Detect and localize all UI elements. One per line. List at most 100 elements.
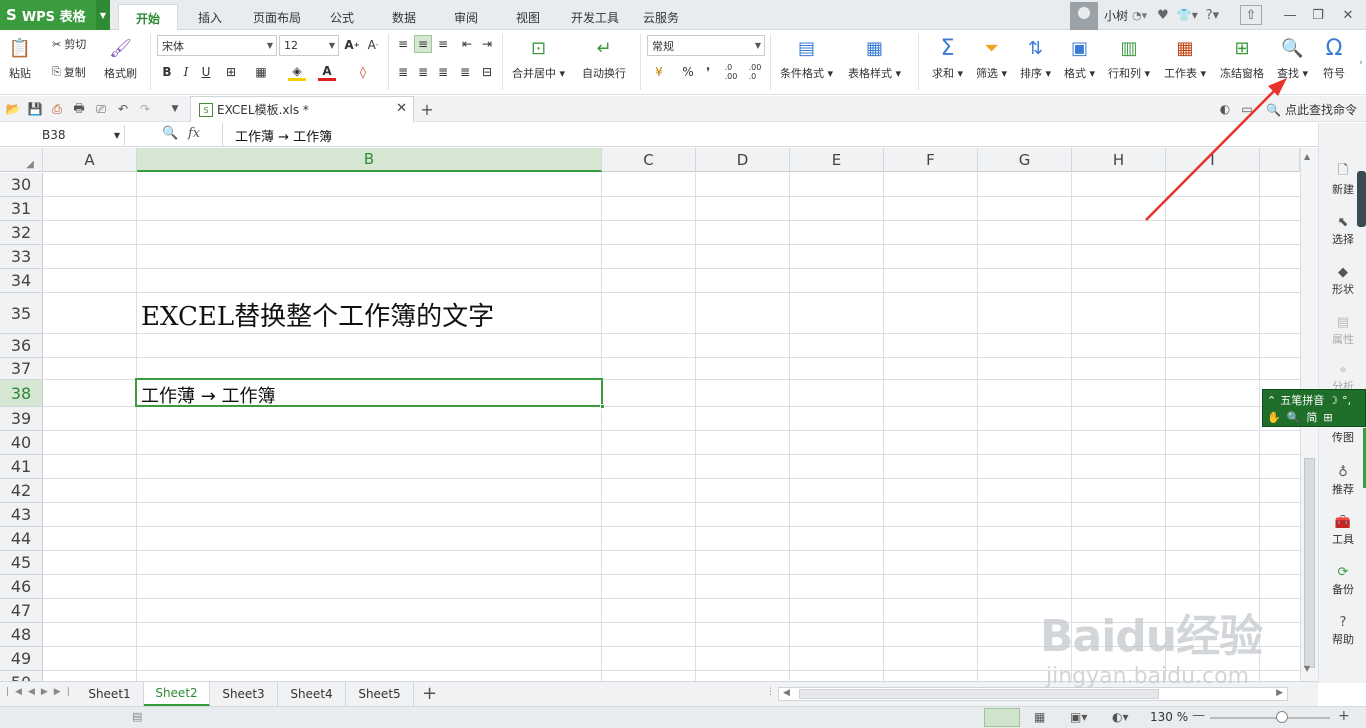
align-top-icon[interactable]: ≡: [394, 35, 412, 53]
filter-button[interactable]: ⏷ 筛选 ▾: [976, 32, 1007, 81]
save-icon[interactable]: 💾: [26, 100, 44, 118]
column-header-e[interactable]: E: [790, 148, 884, 172]
ime-toolbar[interactable]: ⌃ 五笔拼音 ☽ °, ✋ 🔍 简 ⊞: [1262, 389, 1366, 427]
sheet-tab-4[interactable]: Sheet4: [278, 682, 346, 706]
user-area[interactable]: 小树 ◔▾ ♥ 👕▾ ?▾: [1070, 0, 1219, 30]
row-header-39[interactable]: 39: [0, 407, 43, 431]
distribute-icon[interactable]: ⊟: [478, 63, 496, 81]
find-command-search[interactable]: 🔍 点此查找命令: [1266, 101, 1357, 118]
normal-view-button[interactable]: [984, 708, 1020, 727]
row-header-42[interactable]: 42: [0, 479, 43, 503]
user-name[interactable]: 小树: [1104, 7, 1128, 24]
worksheet-button[interactable]: ▦ 工作表 ▾: [1164, 32, 1206, 81]
restore-button[interactable]: ❐: [1304, 0, 1332, 30]
indent-decrease-icon[interactable]: ⇤: [458, 35, 476, 53]
bold-button[interactable]: B: [158, 63, 176, 81]
record-macro-icon[interactable]: ▤: [132, 710, 142, 723]
fill-pattern-icon[interactable]: ▦: [252, 63, 270, 81]
scroll-left-icon[interactable]: ◀: [783, 688, 790, 698]
tab-view[interactable]: 视图: [506, 4, 550, 30]
document-tab[interactable]: S EXCEL模板.xls * ✕: [190, 96, 414, 122]
tab-formulas[interactable]: 公式: [320, 4, 364, 30]
clear-format-icon[interactable]: ◊: [354, 63, 372, 81]
freeze-panes-button[interactable]: ⊞ 冻结窗格: [1220, 32, 1264, 81]
customize-dropdown-icon[interactable]: ▼: [166, 100, 184, 118]
font-name-select[interactable]: 宋体 ▼: [157, 35, 277, 56]
copy-button[interactable]: ⎘ 复制: [52, 64, 86, 80]
column-header-j[interactable]: [1260, 148, 1300, 172]
minimize-button[interactable]: —: [1276, 0, 1304, 30]
side-upload-image-button[interactable]: 传图: [1319, 429, 1366, 445]
row-header-34[interactable]: 34: [0, 269, 43, 293]
format-painter-button[interactable]: 🖌 格式刷: [104, 32, 137, 81]
tab-data[interactable]: 数据: [382, 4, 426, 30]
sheet-nav-arrows[interactable]: |◀◀▶▶|: [6, 687, 76, 697]
column-header-a[interactable]: A: [43, 148, 137, 172]
sheet-tab-3[interactable]: Sheet3: [210, 682, 278, 706]
column-header-c[interactable]: C: [602, 148, 696, 172]
paste-button[interactable]: 📋 粘贴: [8, 32, 32, 81]
indent-increase-icon[interactable]: ⇥: [478, 35, 496, 53]
cut-button[interactable]: ✂ 剪切: [52, 36, 86, 52]
decrease-decimal-icon[interactable]: .00.0: [746, 63, 764, 81]
sheet-tab-1[interactable]: Sheet1: [76, 682, 144, 706]
redo-icon[interactable]: ↷: [136, 100, 154, 118]
undo-icon[interactable]: ↶: [114, 100, 132, 118]
underline-button[interactable]: U: [197, 63, 215, 81]
table-style-button[interactable]: ▦ 表格样式 ▾: [848, 32, 901, 81]
app-menu-button[interactable]: S WPS 表格 ▼: [0, 0, 110, 30]
tab-insert[interactable]: 插入: [186, 4, 234, 30]
row-header-40[interactable]: 40: [0, 431, 43, 455]
row-header-33[interactable]: 33: [0, 245, 43, 269]
zoom-formula-icon[interactable]: 🔍: [162, 126, 178, 141]
tab-review[interactable]: 审阅: [444, 4, 488, 30]
fill-color-icon[interactable]: ◈: [288, 63, 306, 81]
split-handle[interactable]: ⋮: [766, 687, 775, 697]
align-center-icon[interactable]: ≣: [414, 63, 432, 81]
side-property-button[interactable]: ▤ 属性: [1319, 313, 1366, 347]
fill-handle[interactable]: [600, 404, 605, 409]
panel-toggle-handle[interactable]: [1357, 171, 1366, 227]
side-analyze-button[interactable]: ⌖ 分析: [1319, 363, 1366, 389]
row-header-43[interactable]: 43: [0, 503, 43, 527]
number-format-select[interactable]: 常规 ▼: [647, 35, 765, 56]
fx-icon[interactable]: fx: [188, 126, 200, 141]
tab-developer[interactable]: 开发工具: [564, 4, 626, 30]
zoom-in-icon[interactable]: +: [1338, 708, 1350, 724]
close-button[interactable]: ✕: [1334, 0, 1362, 30]
zoom-slider-knob[interactable]: [1276, 711, 1288, 723]
page-break-view-icon[interactable]: ▣▾: [1070, 710, 1087, 724]
percent-button[interactable]: %: [679, 63, 697, 81]
row-header-48[interactable]: 48: [0, 623, 43, 647]
ime-search-icon[interactable]: 🔍: [1287, 411, 1301, 424]
align-left-icon[interactable]: ≣: [394, 63, 412, 81]
row-header-31[interactable]: 31: [0, 197, 43, 221]
export-pdf-icon[interactable]: ⎙: [48, 100, 66, 118]
print-preview-icon[interactable]: ⎚: [92, 100, 110, 118]
sheet-tab-2[interactable]: Sheet2: [144, 682, 210, 706]
cell-b35[interactable]: EXCEL替换整个工作簿的文字: [141, 296, 494, 333]
row-header-38[interactable]: 38: [0, 380, 43, 407]
decrease-font-icon[interactable]: A-: [364, 36, 382, 54]
shirt-icon[interactable]: 👕▾: [1177, 8, 1198, 22]
page-layout-view-icon[interactable]: ▦: [1034, 710, 1045, 724]
align-bottom-icon[interactable]: ≡: [434, 35, 452, 53]
close-tab-icon[interactable]: ✕: [396, 101, 407, 116]
italic-button[interactable]: I: [177, 63, 195, 81]
row-header-45[interactable]: 45: [0, 551, 43, 575]
tab-page-layout[interactable]: 页面布局: [246, 4, 308, 30]
ribbon-scroll-right-icon[interactable]: ›: [1352, 54, 1366, 72]
zoom-out-icon[interactable]: —: [1192, 708, 1205, 723]
feedback-icon[interactable]: ♥: [1157, 8, 1169, 23]
row-header-41[interactable]: 41: [0, 455, 43, 479]
skin-icon[interactable]: ◔▾: [1132, 9, 1147, 22]
row-header-30[interactable]: 30: [0, 173, 43, 197]
open-folder-icon[interactable]: 📂: [4, 100, 22, 118]
format-button[interactable]: ▣ 格式 ▾: [1064, 32, 1095, 81]
conditional-format-button[interactable]: ▤ 条件格式 ▾: [780, 32, 833, 81]
merge-center-button[interactable]: ⊡ 合并居中 ▾: [512, 32, 565, 81]
row-header-36[interactable]: 36: [0, 334, 43, 358]
chevron-down-icon[interactable]: ▼: [96, 0, 110, 30]
increase-decimal-icon[interactable]: .0.00: [722, 63, 740, 81]
currency-icon[interactable]: ¥: [650, 63, 668, 81]
